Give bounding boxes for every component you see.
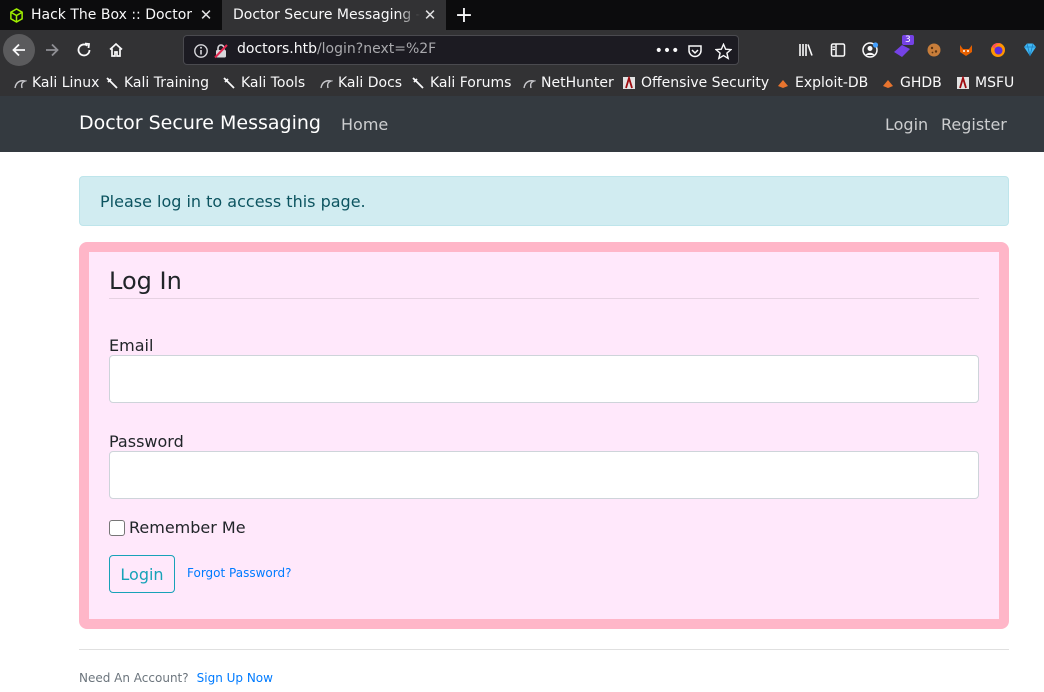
bookmark-kali-training[interactable]: Kali Training <box>105 73 209 93</box>
email-field[interactable] <box>109 355 979 403</box>
legend-divider <box>109 298 979 299</box>
site-brand[interactable]: Doctor Secure Messaging <box>79 112 321 134</box>
sidebar-icon[interactable] <box>828 40 848 60</box>
close-icon[interactable]: ✕ <box>420 5 440 25</box>
pocket-icon[interactable] <box>686 42 704 60</box>
account-icon[interactable] <box>860 40 880 60</box>
back-button[interactable] <box>3 34 35 66</box>
bookmark-label: Kali Tools <box>241 75 306 91</box>
login-form-card: Log In Email Password Remember Me Login … <box>79 242 1009 629</box>
nav-login-link[interactable]: Login <box>885 115 928 134</box>
bookmark-label: GHDB <box>900 75 942 91</box>
bookmark-kali-docs[interactable]: Kali Docs <box>319 73 402 93</box>
nav-register-link[interactable]: Register <box>941 115 1007 134</box>
email-label: Email <box>109 336 154 355</box>
tab-title: Hack The Box :: Doctor <box>31 7 193 23</box>
site-navbar: Doctor Secure Messaging Home Login Regis… <box>0 96 1044 152</box>
info-alert: Please log in to access this page. <box>79 176 1009 226</box>
foxyproxy-icon[interactable] <box>956 40 976 60</box>
bookmark-label: NetHunter <box>541 75 614 91</box>
tab-doctor-secure-messaging[interactable]: Doctor Secure Messaging - D ✕ <box>222 0 446 30</box>
remember-me-label[interactable]: Remember Me <box>129 518 246 537</box>
star-icon[interactable] <box>714 42 732 60</box>
arrow-right-icon <box>46 43 59 57</box>
kali-sword-icon <box>222 76 236 90</box>
kali-dragon-icon <box>319 76 333 90</box>
bookmark-msfu[interactable]: MSFU <box>956 73 1014 93</box>
bookmark-nethunter[interactable]: NetHunter <box>522 73 614 93</box>
extension-badge-icon[interactable]: 3 <box>892 35 914 60</box>
kali-dragon-icon <box>522 76 536 90</box>
bookmark-exploit-db[interactable]: Exploit-DB <box>776 73 868 93</box>
offsec-icon <box>622 76 636 90</box>
password-field[interactable] <box>109 451 979 499</box>
exploitdb-icon <box>881 76 895 90</box>
extension-badge-count: 3 <box>902 35 914 45</box>
home-button[interactable] <box>102 36 130 64</box>
browser-toolbar: doctors.htb/login?next=%2F ••• 3 <box>0 30 1044 70</box>
bookmark-kali-tools[interactable]: Kali Tools <box>222 73 305 93</box>
url-text: doctors.htb/login?next=%2F <box>237 41 436 57</box>
kali-sword-icon <box>411 76 425 90</box>
url-bar[interactable]: doctors.htb/login?next=%2F ••• <box>183 35 739 65</box>
footer-divider <box>79 649 1009 650</box>
offsec-icon <box>956 76 970 90</box>
remember-me-checkbox[interactable] <box>109 520 125 536</box>
exploitdb-icon <box>776 76 790 90</box>
home-icon <box>109 42 123 57</box>
reload-icon <box>77 42 91 57</box>
info-icon[interactable] <box>192 42 210 60</box>
bookmark-label: Kali Docs <box>338 75 403 91</box>
forgot-password-link[interactable]: Forgot Password? <box>187 566 291 580</box>
bookmark-label: Kali Training <box>124 75 209 91</box>
bookmark-label: Exploit-DB <box>795 75 869 91</box>
signup-prompt: Need An Account? Sign Up Now <box>79 671 273 685</box>
bookmark-kali-linux[interactable]: Kali Linux <box>13 73 99 93</box>
tab-hack-the-box[interactable]: Hack The Box :: Doctor ✕ <box>0 0 222 30</box>
form-legend: Log In <box>109 267 182 295</box>
signup-link[interactable]: Sign Up Now <box>197 671 273 685</box>
bookmark-label: Kali Linux <box>32 75 100 91</box>
url-path: /login?next=%2F <box>316 41 437 57</box>
library-icon[interactable] <box>796 40 816 60</box>
login-button[interactable]: Login <box>109 555 175 593</box>
insecure-lock-icon[interactable] <box>212 42 230 60</box>
new-tab-button[interactable]: + <box>452 3 476 28</box>
close-icon[interactable]: ✕ <box>196 5 216 25</box>
firefox-icon[interactable] <box>988 40 1008 60</box>
tab-title: Doctor Secure Messaging - D <box>233 7 420 23</box>
cube-icon <box>8 7 24 23</box>
page-actions-icon[interactable]: ••• <box>655 42 680 60</box>
password-label: Password <box>109 432 184 451</box>
url-host: doctors.htb <box>237 41 317 57</box>
bookmark-ghdb[interactable]: GHDB <box>881 73 942 93</box>
kali-dragon-icon <box>13 76 27 90</box>
bookmark-offensive-security[interactable]: Offensive Security <box>622 73 769 93</box>
cookie-icon[interactable] <box>924 40 944 60</box>
bookmark-kali-forums[interactable]: Kali Forums <box>411 73 511 93</box>
bookmark-label: Offensive Security <box>641 75 770 91</box>
signup-text: Need An Account? <box>79 671 189 685</box>
bookmark-label: MSFU <box>975 75 1015 91</box>
wappalyzer-icon[interactable] <box>1020 40 1040 60</box>
browser-tab-strip: Hack The Box :: Doctor ✕ Doctor Secure M… <box>0 0 1044 30</box>
nav-home-link[interactable]: Home <box>341 115 388 134</box>
reload-button[interactable] <box>70 36 98 64</box>
forward-button[interactable] <box>38 36 66 64</box>
bookmark-label: Kali Forums <box>430 75 512 91</box>
kali-sword-icon <box>105 76 119 90</box>
bookmarks-toolbar: Kali Linux Kali Training Kali Tools Kali… <box>0 70 1044 96</box>
arrow-left-icon <box>12 43 25 57</box>
